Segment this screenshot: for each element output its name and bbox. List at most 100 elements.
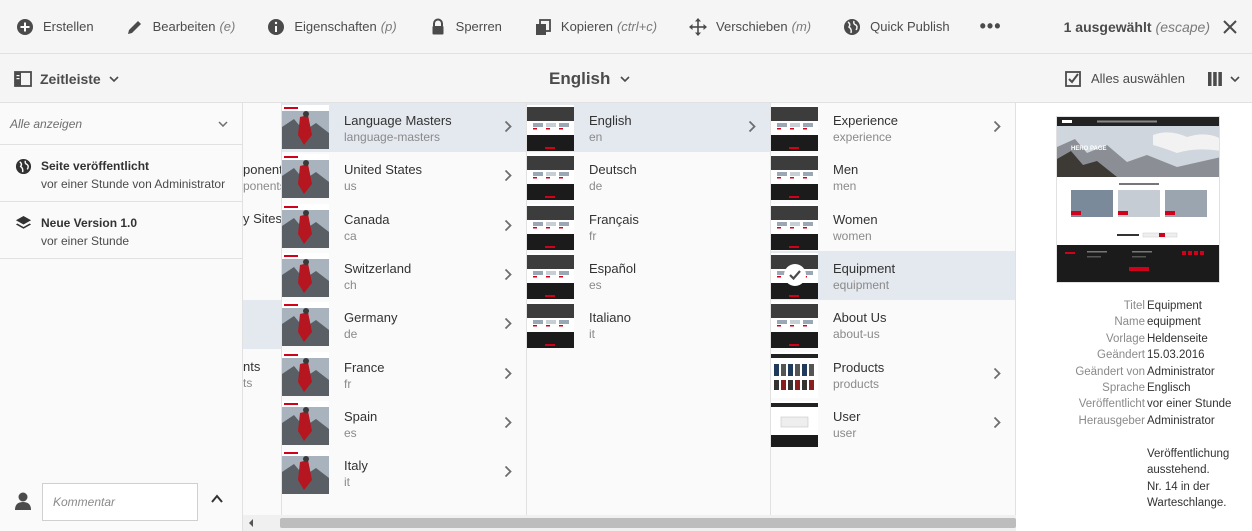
page-thumbnail-image [527,302,574,349]
selection-status: 1 ausgewählt (escape) [1064,13,1252,41]
column-view-icon [1208,71,1222,86]
row-title: Equipment [833,260,896,276]
page-thumbnail-image [771,203,818,250]
more-actions-button[interactable]: ••• [966,16,1016,37]
column-row[interactable]: y Sites [243,201,281,250]
create-button[interactable]: Erstellen [0,0,110,54]
row-subtitle: fr [589,228,597,243]
metadata-key: Geändert von [1075,365,1145,378]
row-subtitle: it [589,327,595,342]
column-row[interactable]: Experience experience [771,103,1015,152]
quick-publish-button[interactable]: Quick Publish [827,0,965,54]
select-all-button[interactable]: Alles auswählen [1065,54,1185,103]
column-row[interactable]: Deutsch de [527,152,770,201]
chevron-right-icon[interactable] [504,416,512,429]
selection-escape-hint: (escape) [1155,18,1210,35]
row-thumbnail [282,400,329,447]
lock-label: Sperren [455,19,502,34]
column-row[interactable]: Women women [771,202,1015,251]
column-row[interactable]: Español es [527,251,770,300]
column-row[interactable]: Canada ca [282,202,526,251]
chevron-right-icon[interactable] [504,268,512,281]
rail-panel-icon [14,70,32,87]
view-switcher[interactable] [1207,54,1240,103]
copy-button[interactable]: Kopieren (ctrl+c) [518,0,673,54]
metadata-row: Veröffentlicht vor einer Stunde [1016,396,1252,412]
column-pages: Experience experience Men men Women women Equi… [771,103,1016,515]
column-row[interactable]: nts ts [243,349,281,398]
timeline-entry[interactable]: Neue Version 1.0 vor einer Stunde [0,202,242,259]
column-row[interactable]: Spain es [282,399,526,448]
column-row[interactable]: Switzerland ch [282,251,526,300]
timeline-entry-subtitle: vor einer Stunde [41,234,130,248]
row-subtitle: es [344,425,357,440]
column-row[interactable]: United States us [282,152,526,201]
row-title: Italiano [589,310,631,326]
column-row[interactable]: Italy it [282,448,526,497]
edit-button[interactable]: Bearbeiten (e) [110,0,252,54]
metadata-key: Herausgeber [1078,414,1145,427]
column-row[interactable]: Germany de [282,300,526,349]
chevron-right-icon[interactable] [504,317,512,330]
properties-button[interactable]: Eigenschaften (p) [251,0,412,54]
move-button[interactable]: Verschieben (m) [673,0,827,54]
chevron-right-icon[interactable] [504,367,512,380]
chevron-right-icon[interactable] [748,120,756,133]
lock-icon [432,18,444,34]
page-thumbnail-image [282,351,329,396]
row-thumbnail [282,450,329,496]
chevron-right-icon[interactable] [504,169,512,182]
close-selection-button[interactable] [1216,13,1244,41]
page-thumbnail-image [771,351,818,398]
column-row[interactable]: Men men [771,152,1015,201]
row-thumbnail [282,252,329,299]
chevron-right-icon[interactable] [504,219,512,232]
column-row[interactable]: Français fr [527,202,770,251]
column-row[interactable]: About Us about-us [771,300,1015,349]
metadata-value: vor einer Stunde [1147,398,1232,411]
page-title[interactable]: English [549,54,630,103]
row-subtitle: de [344,327,358,342]
timeline-entry-subtitle: vor einer Stunde von Administrator [41,177,226,191]
chevron-right-icon[interactable] [504,465,512,478]
column-row[interactable]: ponents ponents [243,152,281,201]
row-subtitle: us [344,179,357,194]
row-subtitle: ch [344,277,357,292]
chevron-right-icon[interactable] [993,367,1001,380]
scrollbar-thumb[interactable] [280,518,1016,528]
timeline-entry[interactable]: Seite veröffentlicht vor einer Stunde vo… [0,145,242,202]
rail-selector[interactable]: Zeitleiste [14,54,127,103]
metadata-row: Herausgeber Administrator [1016,413,1252,429]
row-title: nts [243,359,261,374]
chevron-right-icon[interactable] [993,120,1001,133]
chevron-right-icon[interactable] [504,120,512,133]
row-thumbnail [527,203,574,250]
row-thumbnail [771,203,818,250]
lock-button[interactable]: Sperren [413,0,518,54]
column-row-selected[interactable]: Equipment equipment [771,250,1015,300]
close-icon [1223,19,1237,34]
column-row[interactable]: Italiano it [527,300,770,349]
timeline-entry-title: Seite veröffentlicht [41,159,150,173]
chevron-right-icon[interactable] [993,416,1001,429]
column-row[interactable]: France fr [282,350,526,399]
comment-input[interactable]: Kommentar [42,483,198,521]
timeline-filter[interactable]: Alle anzeigen [0,103,242,145]
column-row[interactable]: User user [771,399,1015,448]
scroll-left-arrow-icon[interactable] [247,518,255,528]
column-row-selected[interactable]: English en [527,103,770,152]
horizontal-scrollbar[interactable] [243,515,1016,531]
column-row-selected[interactable] [243,300,281,349]
row-title: Women [833,211,878,227]
metadata-value: Administrator [1147,365,1215,378]
copy-shortcut: (ctrl+c) [616,19,658,34]
column-row-selected[interactable]: Language Masters language-masters [282,103,526,152]
column-countries: Language Masters language-masters United S… [282,103,527,515]
column-row[interactable]: Products products [771,350,1015,399]
metadata-key: Titel [1123,300,1145,312]
chevron-down-icon [109,75,119,82]
publication-status-line: ausstehend. [1147,464,1210,477]
row-title: y Sites [243,211,282,226]
chevron-up-icon[interactable] [210,492,224,506]
row-title: Italy [344,458,368,474]
